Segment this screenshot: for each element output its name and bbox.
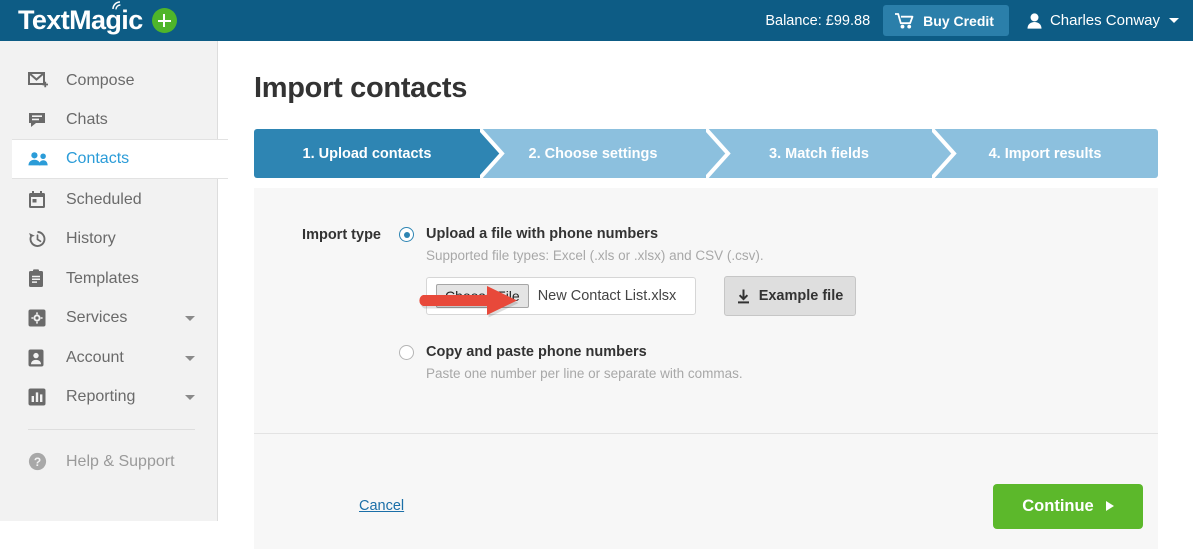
chat-bubble-icon: [28, 112, 50, 129]
main-content: Import contacts 1. Upload contacts 2. Ch…: [219, 41, 1193, 549]
sidebar-item-history[interactable]: History: [0, 220, 217, 260]
step-label: 2. Choose settings: [528, 145, 658, 162]
plus-circle-icon[interactable]: [151, 8, 177, 33]
panel-divider: [254, 433, 1158, 434]
balance-label: Balance: £99.88: [765, 12, 871, 29]
chevron-down-icon: [185, 355, 195, 361]
import-form-panel: Import type Upload a file with phone num…: [254, 188, 1158, 463]
step-label: 3. Match fields: [769, 145, 869, 162]
person-icon: [1027, 12, 1042, 29]
user-badge-icon: [28, 349, 50, 367]
step-chevron-icon: [930, 127, 957, 180]
top-header-bar: TextMagic Balance: £99.88 Buy Credit Cha…: [0, 0, 1193, 41]
sidebar-item-reporting[interactable]: Reporting: [0, 378, 217, 418]
continue-button[interactable]: Continue: [993, 483, 1143, 529]
user-name-label: Charles Conway: [1049, 12, 1160, 29]
shopping-cart-icon: [895, 12, 914, 29]
calendar-icon: [28, 190, 50, 209]
radio-upload-file[interactable]: [399, 227, 414, 242]
form-footer: Cancel Continue: [254, 463, 1158, 549]
sidebar-item-chats[interactable]: Chats: [0, 101, 217, 141]
import-type-row: Import type Upload a file with phone num…: [254, 188, 1158, 381]
example-file-button[interactable]: Example file: [724, 276, 856, 316]
clipboard-icon: [28, 269, 50, 288]
step-1-upload-contacts[interactable]: 1. Upload contacts: [254, 127, 505, 180]
chevron-down-icon: [185, 395, 195, 401]
file-input[interactable]: Choose File New Contact List.xlsx: [426, 277, 696, 315]
option-upload-help: Supported file types: Excel (.xls or .xl…: [426, 248, 764, 263]
download-icon: [737, 289, 750, 304]
gear-icon: [28, 309, 50, 327]
sidebar-item-account[interactable]: Account: [0, 338, 217, 378]
user-menu[interactable]: Charles Conway: [1027, 12, 1179, 29]
sidebar-item-label: Help & Support: [66, 452, 175, 470]
file-upload-row: Choose File New Contact List.xlsx Exampl…: [426, 276, 1158, 316]
step-chevron-icon: [704, 127, 731, 180]
buy-credit-button[interactable]: Buy Credit: [883, 5, 1009, 36]
sidebar-item-label: Services: [66, 309, 128, 327]
step-4-import-results[interactable]: 4. Import results: [932, 129, 1158, 178]
header-right-group: Balance: £99.88 Buy Credit Charles Conwa…: [765, 0, 1193, 41]
step-label: 4. Import results: [988, 145, 1102, 162]
chevron-down-icon: [1169, 18, 1179, 23]
envelope-plus-icon: [28, 72, 50, 89]
bar-chart-icon: [28, 388, 50, 406]
import-type-options: Upload a file with phone numbers Support…: [399, 226, 1158, 381]
sidebar-item-compose[interactable]: Compose: [0, 61, 217, 101]
choose-file-button[interactable]: Choose File: [436, 284, 529, 308]
sidebar-item-label: Account: [66, 348, 124, 366]
arrow-right-triangle-icon: [1105, 501, 1114, 511]
import-steps-wizard: 1. Upload contacts 2. Choose settings 3.…: [254, 127, 1158, 180]
sidebar-nav: Compose Chats Contacts Scheduled History…: [0, 41, 228, 521]
signal-waves-icon: [111, 1, 121, 10]
sidebar-item-help-support[interactable]: ? Help & Support: [0, 442, 217, 482]
question-circle-icon: ?: [28, 452, 50, 471]
option-upload-file[interactable]: Upload a file with phone numbers: [399, 226, 1158, 242]
option-paste-help: Paste one number per line or separate wi…: [426, 366, 743, 381]
sidebar-item-label: Compose: [66, 71, 135, 89]
import-type-label: Import type: [302, 227, 381, 243]
page-title: Import contacts: [254, 72, 468, 104]
sidebar-item-label: History: [66, 230, 116, 248]
sidebar-item-label: Templates: [66, 269, 139, 287]
sidebar-item-label: Contacts: [66, 150, 130, 167]
radio-copy-paste[interactable]: [399, 345, 414, 360]
sidebar-item-label: Scheduled: [66, 190, 142, 208]
buy-credit-label: Buy Credit: [923, 12, 994, 29]
step-chevron-icon: [478, 127, 505, 180]
step-label: 1. Upload contacts: [302, 145, 432, 162]
svg-text:?: ?: [34, 455, 41, 469]
sidebar-item-label: Chats: [66, 111, 108, 129]
chevron-down-icon: [185, 316, 195, 322]
option-upload-label: Upload a file with phone numbers: [426, 226, 659, 242]
sidebar-item-templates[interactable]: Templates: [0, 259, 217, 299]
option-paste-block: Copy and paste phone numbers Paste one n…: [399, 344, 1158, 381]
app-logo[interactable]: TextMagic: [18, 1, 177, 34]
step-2-choose-settings[interactable]: 2. Choose settings: [480, 127, 731, 180]
people-icon: [28, 151, 50, 167]
option-paste-label: Copy and paste phone numbers: [426, 344, 647, 360]
sidebar-item-scheduled[interactable]: Scheduled: [0, 180, 217, 220]
sidebar-divider: [28, 429, 195, 430]
sidebar-item-label: Reporting: [66, 388, 136, 406]
example-file-label: Example file: [758, 288, 844, 304]
option-copy-paste[interactable]: Copy and paste phone numbers: [399, 344, 1158, 360]
logo-text: TextMagic: [18, 1, 143, 34]
clock-history-icon: [28, 230, 50, 248]
step-3-match-fields[interactable]: 3. Match fields: [706, 127, 957, 180]
sidebar-item-contacts[interactable]: Contacts: [12, 139, 228, 179]
continue-label: Continue: [1022, 496, 1094, 515]
cancel-link[interactable]: Cancel: [359, 498, 404, 514]
sidebar-item-services[interactable]: Services: [0, 299, 217, 339]
selected-file-name: New Contact List.xlsx: [537, 288, 677, 304]
